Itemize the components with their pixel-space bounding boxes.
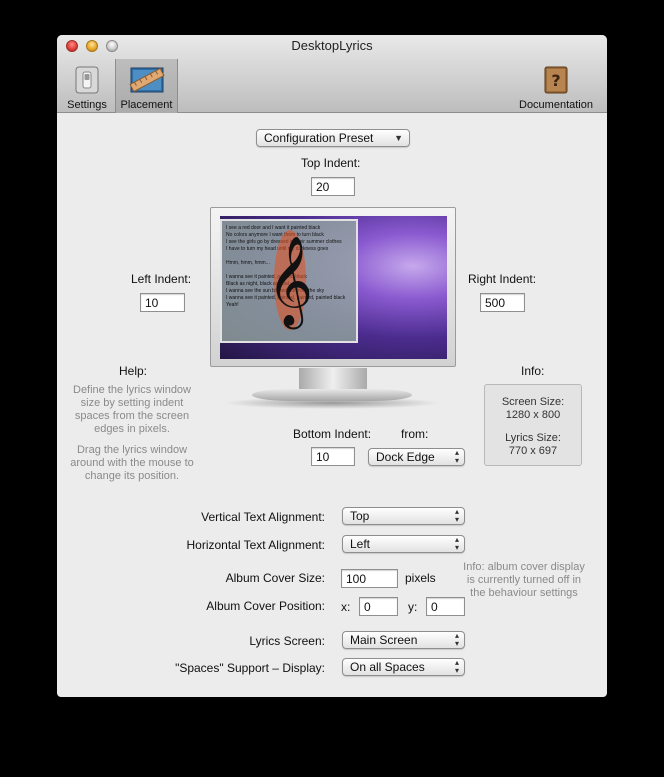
album-info-line: the behaviour settings <box>470 587 578 599</box>
updown-arrows-icon: ▴ ▾ <box>454 631 459 648</box>
horizontal-alignment-value: Left <box>350 537 371 551</box>
info-box: Screen Size: 1280 x 800 Lyrics Size: 770… <box>484 384 582 466</box>
switch-icon <box>75 66 99 94</box>
help-line: around with the mouse to <box>70 457 194 469</box>
help-text: Define the lyrics window size by setting… <box>63 384 201 483</box>
top-indent-field[interactable]: 20 <box>311 177 355 196</box>
screen-size-value: 1280 x 800 <box>505 409 561 421</box>
lyrics-screen-value: Main Screen <box>350 633 418 647</box>
horizontal-alignment-popup[interactable]: Left ▴ ▾ <box>342 535 465 553</box>
horizontal-alignment-label: Horizontal Text Alignment: <box>186 538 325 552</box>
toolbar-settings-label: Settings <box>67 99 107 111</box>
spaces-support-popup[interactable]: On all Spaces ▴ ▾ <box>342 658 465 676</box>
help-title: Help: <box>119 364 148 378</box>
bottom-indent-label: Bottom Indent: <box>293 427 372 441</box>
album-cover-size-label: Album Cover Size: <box>225 571 325 585</box>
bottom-indent-field[interactable]: 10 <box>311 447 355 466</box>
album-info-line: Info: album cover display <box>463 561 585 573</box>
help-line: edges in pixels. <box>94 423 170 435</box>
svg-text:?: ? <box>551 71 560 90</box>
updown-arrows-icon: ▴ ▾ <box>454 507 459 524</box>
vertical-alignment-label: Vertical Text Alignment: <box>201 510 325 524</box>
help-line: size by setting indent <box>80 397 184 409</box>
lyrics-window-preview[interactable]: I see a red door and I want it painted b… <box>220 219 358 343</box>
help-line: Drag the lyrics window <box>76 444 188 456</box>
toolbar-documentation-label: Documentation <box>519 99 593 111</box>
album-x-field[interactable]: 0 <box>359 597 398 616</box>
album-cover-size-field[interactable]: 100 <box>341 569 398 588</box>
ruler-icon <box>128 67 165 93</box>
left-indent-label: Left Indent: <box>131 272 192 286</box>
lyrics-screen-label: Lyrics Screen: <box>249 634 325 648</box>
window-title: DesktopLyrics <box>291 38 373 53</box>
placement-pane: Configuration Preset ▼ Top Indent: 20 Le… <box>57 114 607 697</box>
configuration-preset-label: Configuration Preset <box>264 131 374 145</box>
monitor-base <box>252 389 412 401</box>
screen-preview: I see a red door and I want it painted b… <box>220 216 447 359</box>
lyrics-size-label: Lyrics Size: <box>505 432 561 444</box>
help-line: change its position. <box>84 470 180 482</box>
updown-arrows-icon: ▴ ▾ <box>454 448 459 465</box>
top-indent-label: Top Indent: <box>301 156 361 170</box>
lyric-line: Yeah! <box>226 302 239 308</box>
updown-arrows-icon: ▴ ▾ <box>454 658 459 675</box>
title-bar: DesktopLyrics Settings Placement ? Docum… <box>57 35 607 113</box>
album-cover-position-label: Album Cover Position: <box>206 599 325 613</box>
left-indent-field[interactable]: 10 <box>140 293 185 312</box>
from-edge-value: Dock Edge <box>376 450 435 464</box>
right-indent-field[interactable]: 500 <box>480 293 525 312</box>
spaces-support-value: On all Spaces <box>350 660 425 674</box>
monitor-stand <box>299 368 367 390</box>
updown-arrows-icon: ▴ ▾ <box>454 535 459 552</box>
screen-size-label: Screen Size: <box>501 396 565 408</box>
vertical-alignment-value: Top <box>350 509 370 523</box>
from-label: from: <box>401 427 429 441</box>
right-indent-label: Right Indent: <box>468 272 537 286</box>
album-info-line: is currently turned off in <box>466 574 582 586</box>
treble-clef-icon: 𝄞 <box>270 230 310 330</box>
toolbar-documentation[interactable]: ? Documentation <box>512 59 600 113</box>
help-line: Define the lyrics window <box>73 384 191 396</box>
from-edge-popup[interactable]: Dock Edge ▴ ▾ <box>368 448 465 466</box>
lyrics-screen-popup[interactable]: Main Screen ▴ ▾ <box>342 631 465 649</box>
chevron-down-icon: ▼ <box>394 133 403 143</box>
album-cover-size-unit: pixels <box>405 571 436 585</box>
svg-text:𝄞: 𝄞 <box>270 236 310 330</box>
album-info-text: Info: album cover display is currently t… <box>459 561 589 600</box>
lyrics-size-value: 770 x 697 <box>508 445 558 457</box>
toolbar-placement[interactable]: Placement <box>115 59 178 113</box>
help-book-icon: ? <box>544 66 568 94</box>
lyric-line: Hmm, hmm, hmm... <box>226 260 270 266</box>
monitor-preview: I see a red door and I want it painted b… <box>210 207 456 367</box>
album-x-label: x: <box>341 600 351 614</box>
toolbar-placement-label: Placement <box>120 99 173 111</box>
info-title: Info: <box>521 364 545 378</box>
album-y-label: y: <box>408 600 418 614</box>
help-line: spaces from the screen <box>74 410 190 422</box>
vertical-alignment-popup[interactable]: Top ▴ ▾ <box>342 507 465 525</box>
spaces-support-label: "Spaces" Support – Display: <box>175 661 325 675</box>
toolbar-settings[interactable]: Settings <box>61 59 113 113</box>
configuration-preset-popup[interactable]: Configuration Preset ▼ <box>256 129 410 147</box>
preferences-window: DesktopLyrics Settings Placement ? Docum… <box>57 35 607 697</box>
